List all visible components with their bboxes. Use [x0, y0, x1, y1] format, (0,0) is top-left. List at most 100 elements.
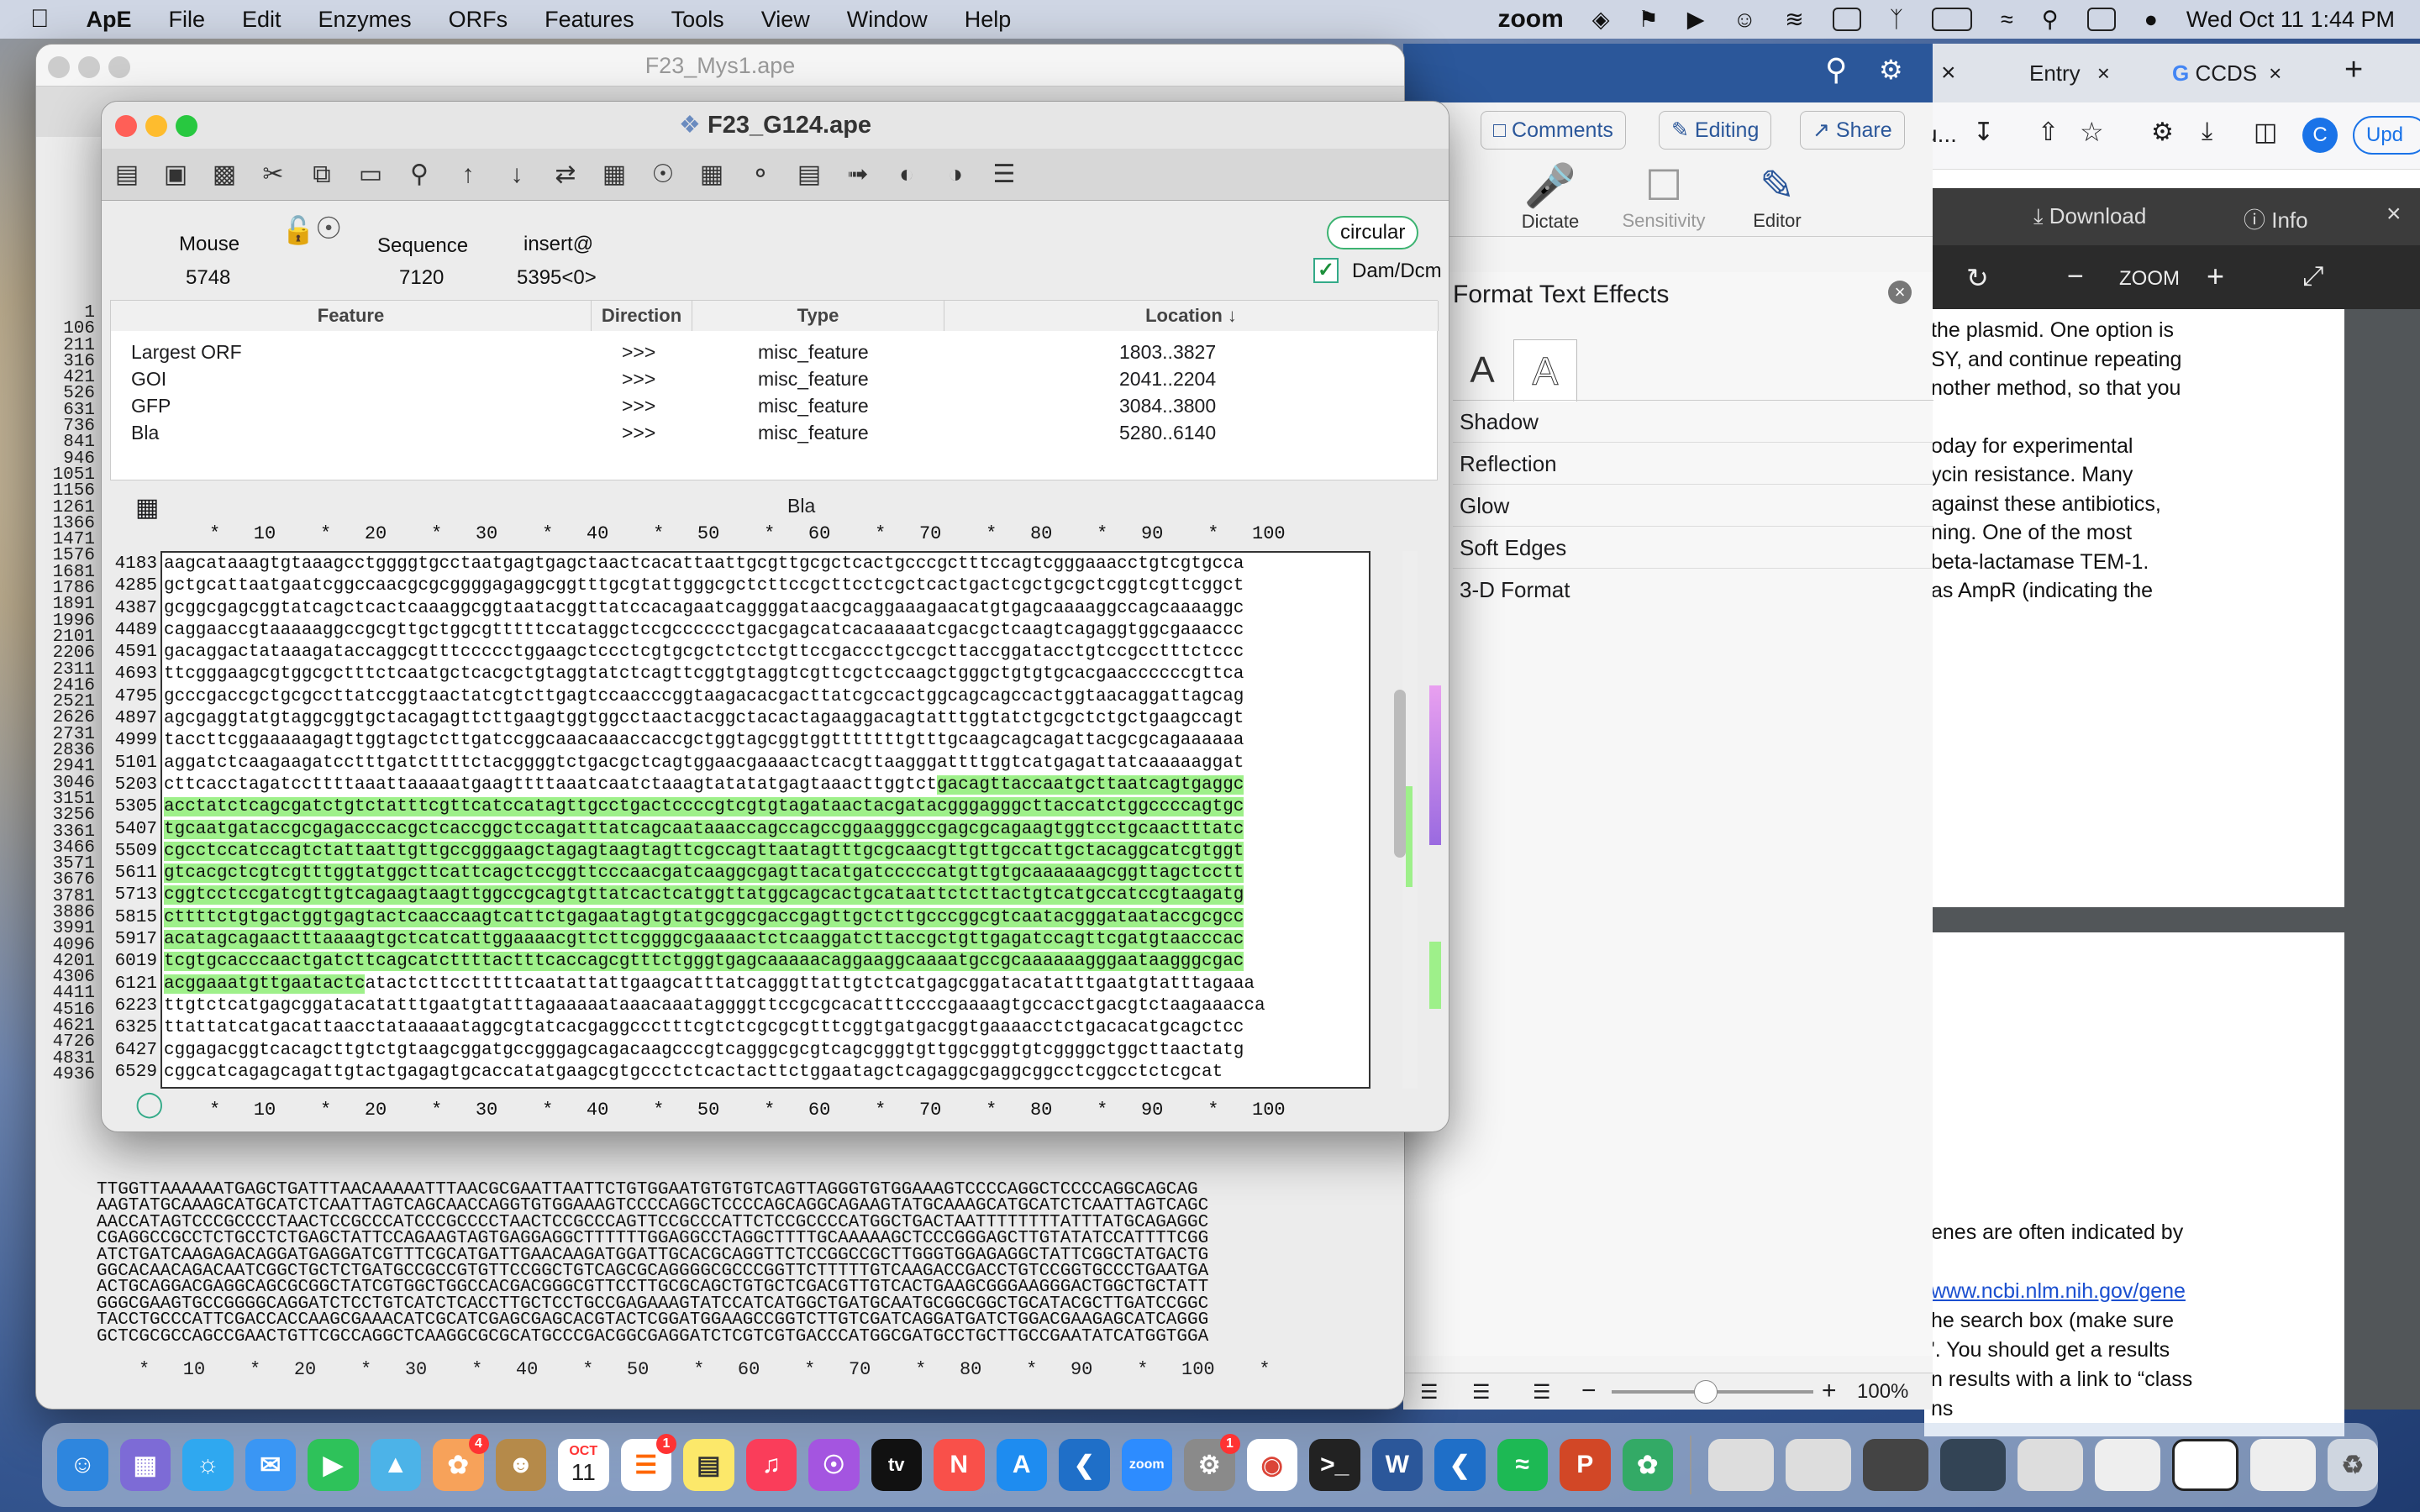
recent-window-thumbnail[interactable]: [2172, 1439, 2238, 1491]
menu-orfs[interactable]: ORFs: [449, 7, 508, 33]
selected-feature-bases[interactable]: acctatctcagcgatctgtctatttcgttcatccatagtt…: [164, 797, 1244, 817]
music-icon[interactable]: ♫: [745, 1439, 797, 1491]
recent-window-thumbnail[interactable]: [1863, 1439, 1929, 1491]
search-icon[interactable]: ⚲: [2042, 7, 2059, 33]
sequence-line[interactable]: acatagcagaactttaaaagtgctcatcattggaaaacgt…: [164, 929, 1265, 951]
sequence-scrollbar[interactable]: [1394, 690, 1406, 858]
open-file-icon[interactable]: ▣: [159, 158, 192, 192]
sequence-line[interactable]: taccttcggaaaaagagttggtagctcttgatccggcaaa…: [164, 730, 1265, 752]
menu-window[interactable]: Window: [847, 7, 928, 33]
vscode-2-icon[interactable]: ❮: [1434, 1439, 1486, 1491]
sequence-line[interactable]: cggtcctccgatcgttgtcagaagtaagttggccgcagtg…: [164, 885, 1265, 906]
zoom-out-icon[interactable]: −: [1581, 1377, 1597, 1405]
sequence-text[interactable]: aagcataaagtgtaaagcctggggtgcctaatgagtgagc…: [164, 554, 1265, 1084]
new-file-icon[interactable]: ▤: [110, 158, 144, 192]
powerpoint-icon[interactable]: P: [1560, 1439, 1611, 1491]
selected-feature-bases[interactable]: tcgtgcacccaactgatcttcagcatcttttactttcacc…: [164, 952, 1244, 972]
back-sequence-line[interactable]: GCTCGCGCCAGCCGAACTGTTCGCCAGGCTCAAGGCGCGC…: [97, 1327, 1208, 1345]
app-store-icon[interactable]: A: [996, 1439, 1047, 1491]
sequence-line[interactable]: tcgtgcacccaactgatcttcagcatcttttactttcacc…: [164, 951, 1265, 973]
zoom-button[interactable]: [108, 56, 130, 78]
close-pane-icon[interactable]: ×: [1888, 281, 1912, 304]
share-icon[interactable]: ⇧: [2038, 118, 2059, 147]
lock-icon[interactable]: 🔓: [281, 214, 315, 246]
sequence-line[interactable]: acctatctcagcgatctgtctatttcgttcatccatagtt…: [164, 796, 1265, 818]
account-icon[interactable]: ⚙: [1879, 54, 1903, 86]
spotify-icon[interactable]: ≈: [1497, 1439, 1548, 1491]
lowercase-icon[interactable]: ↓: [500, 158, 534, 192]
address-bar[interactable]: u... ↧ ⇧ ☆ ⚙ ⤓ ◫ C Upd: [1924, 102, 2420, 170]
photos-icon[interactable]: ✿ 4: [433, 1434, 489, 1491]
terminal-icon[interactable]: >_: [1309, 1439, 1360, 1491]
map-icon[interactable]: ▦: [695, 158, 729, 192]
word-icon[interactable]: W: [1371, 1439, 1423, 1491]
launchpad-icon[interactable]: ▦: [119, 1439, 171, 1491]
layout-icon[interactable]: ☰: [1420, 1380, 1439, 1404]
recent-window-thumbnail[interactable]: [1707, 1439, 1775, 1491]
effect-glow[interactable]: Glow: [1453, 485, 1933, 527]
recent-window-thumbnail[interactable]: [2018, 1439, 2084, 1491]
ape-icon[interactable]: ✿: [1622, 1439, 1673, 1491]
sequence-line[interactable]: ttattatcatgacattaacctataaaaataggcgtatcac…: [164, 1017, 1265, 1039]
effect-soft-edges[interactable]: Soft Edges: [1453, 527, 1933, 569]
flag-icon[interactable]: ⚑: [1639, 7, 1659, 33]
control-center-icon[interactable]: [2086, 8, 2116, 31]
cut-icon[interactable]: ✂: [256, 158, 290, 192]
zoom-status[interactable]: zoom: [1497, 5, 1563, 34]
feature-row[interactable]: GOI >>> misc_feature 2041..2204: [111, 365, 1437, 391]
zoom-app-icon[interactable]: zoom: [1121, 1439, 1172, 1491]
selected-feature-bases[interactable]: cggtcctccgatcgttgtcagaagtaagttggccgcagtg…: [164, 885, 1244, 906]
feature-row[interactable]: Bla >>> misc_feature 5280..6140: [111, 418, 1437, 445]
minimize-button[interactable]: [78, 56, 100, 78]
pdf-link[interactable]: www.ncbi.nlm.nih.gov/gene: [1931, 1277, 2344, 1306]
sidebar-icon[interactable]: ◫: [2254, 118, 2277, 147]
zoom-button[interactable]: [176, 115, 197, 137]
effect-3d-format[interactable]: 3-D Format: [1453, 569, 1933, 611]
facetime-icon[interactable]: ▶: [308, 1439, 359, 1491]
search-icon[interactable]: ⚲: [1825, 52, 1847, 87]
save-icon[interactable]: ▩: [208, 158, 241, 192]
tab-ccds[interactable]: G CCDS ×: [2164, 54, 2315, 92]
menu-tools[interactable]: Tools: [671, 7, 724, 33]
selected-feature-bases[interactable]: gacagttaccaatgcttaatcagtgaggc: [936, 774, 1244, 795]
comment-icon[interactable]: ◯: [135, 1089, 164, 1119]
sequence-line[interactable]: gctgcattaatgaatcggccaacgcgcggggagaggcggt…: [164, 575, 1265, 597]
sequence-line[interactable]: gacaggactataaagataccaggcgtttccccctggaagc…: [164, 642, 1265, 664]
tv-icon[interactable]: tv: [871, 1439, 922, 1491]
text-fill-tab[interactable]: A: [1453, 339, 1512, 402]
menu-edit[interactable]: Edit: [242, 7, 281, 33]
col-type[interactable]: Type: [692, 301, 944, 331]
graphic-map-icon[interactable]: ◑: [939, 158, 972, 192]
paste-icon[interactable]: ▭: [354, 158, 387, 192]
editor-button[interactable]: ✎ Editor: [1731, 161, 1823, 232]
info-button[interactable]: ⓘ Info: [2244, 203, 2308, 234]
downloads-icon[interactable]: ⤓: [2202, 118, 2212, 146]
recent-window-thumbnail[interactable]: [1940, 1439, 2007, 1491]
copy-icon[interactable]: ⧉: [305, 158, 339, 192]
uppercase-icon[interactable]: ↑: [451, 158, 485, 192]
status-icon[interactable]: ◈: [1592, 7, 1610, 33]
trash-icon[interactable]: ♻: [2327, 1439, 2379, 1491]
wifi-icon[interactable]: ≈: [2001, 7, 2013, 33]
sequence-line[interactable]: cgcctccatccagtctattaattgttgccgggaagctaga…: [164, 841, 1265, 863]
close-button[interactable]: [115, 115, 137, 137]
reverse-complement-icon[interactable]: ⇄: [549, 158, 582, 192]
menu-enzymes[interactable]: Enzymes: [318, 7, 412, 33]
recent-window-thumbnail[interactable]: [1786, 1439, 1852, 1491]
back-sequence-line[interactable]: ACTGCAGGACGAGGCAGCGCGGCTATCGTGGCTGGCCACG…: [97, 1278, 1208, 1296]
feature-library-icon[interactable]: ▤: [792, 158, 826, 192]
app-menu[interactable]: ApE: [87, 7, 132, 33]
download-page-icon[interactable]: ↧: [1973, 118, 1994, 147]
reminders-icon[interactable]: ☰ 1: [620, 1434, 676, 1491]
zoom-in-icon[interactable]: +: [1822, 1377, 1837, 1405]
grid-toggle-icon[interactable]: ▦: [135, 493, 159, 522]
find-icon[interactable]: ⚲: [402, 158, 436, 192]
sequence-line[interactable]: aagcataaagtgtaaagcctggggtgcctaatgagtgagc…: [164, 554, 1265, 575]
sequence-line[interactable]: gcccgaccgctgcgccttatccggtaactatcgtcttgag…: [164, 686, 1265, 708]
sequence-line[interactable]: cggagacggtcacagcttgtctgtaagcggatgccgggag…: [164, 1040, 1265, 1062]
back-sequence-line[interactable]: CGAGGCCGCCTCTGCCTCTGAGCTATTCCAGAAGTAGTGA…: [97, 1230, 1208, 1247]
zoom-slider-thumb[interactable]: [1694, 1380, 1718, 1404]
bluetooth-icon[interactable]: ᛉ: [1890, 7, 1903, 33]
selected-feature-bases[interactable]: acggaaatgttgaatactc: [164, 974, 366, 994]
menu-view[interactable]: View: [761, 7, 810, 33]
